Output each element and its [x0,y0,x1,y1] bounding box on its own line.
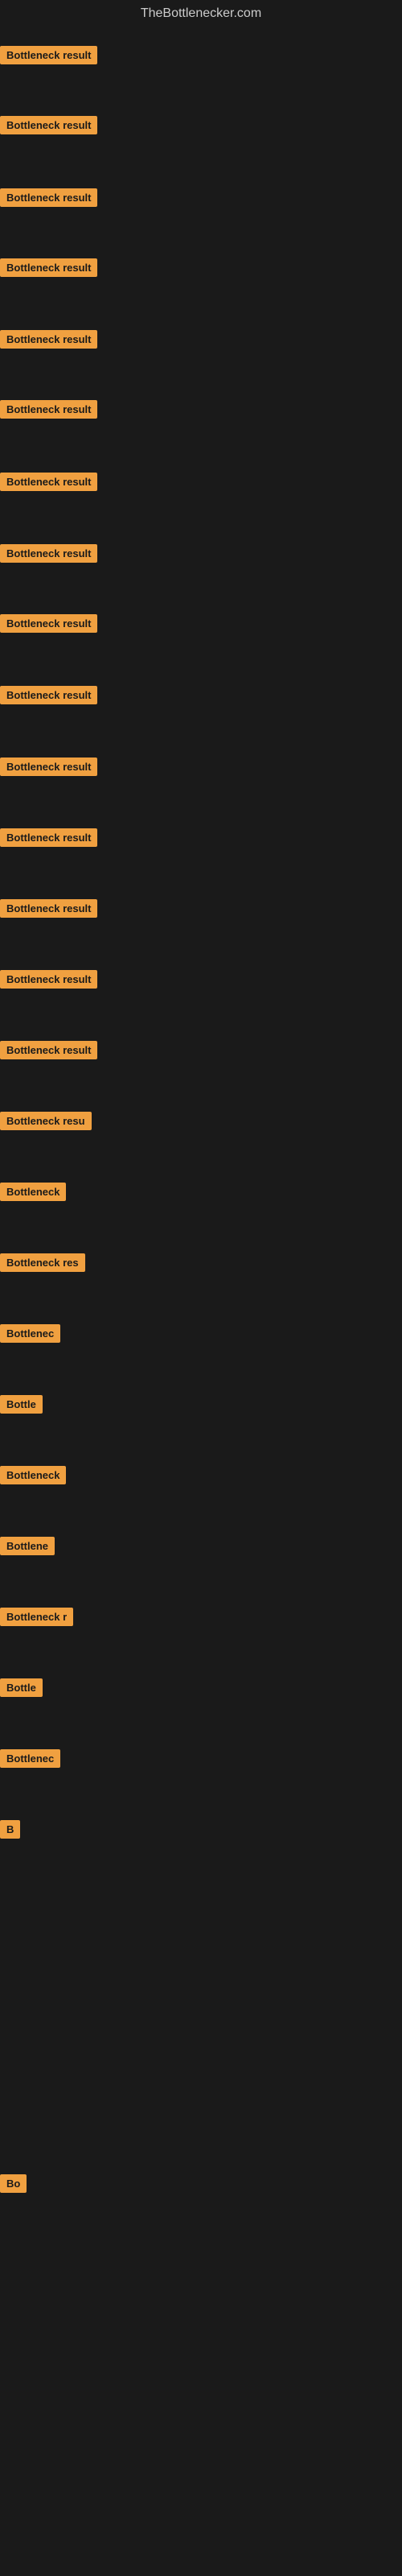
bottleneck-badge: Bottlene [0,1537,55,1555]
bottleneck-badge: Bottle [0,1395,43,1414]
bottleneck-badge: Bottleneck result [0,46,97,64]
bottleneck-item[interactable]: Bottleneck res [0,1253,85,1276]
bottleneck-badge: Bottle [0,1678,43,1697]
bottleneck-item[interactable]: Bottleneck result [0,758,97,780]
bottleneck-badge: Bottlenec [0,1324,60,1343]
bottleneck-item[interactable]: Bottleneck result [0,828,97,851]
bottleneck-item[interactable]: Bottlene [0,1537,55,1559]
bottleneck-item[interactable]: Bottleneck result [0,400,97,423]
bottleneck-badge: B [0,1820,20,1839]
bottleneck-badge: Bottleneck result [0,473,97,491]
bottleneck-item[interactable]: Bottlenec [0,1749,60,1772]
bottleneck-badge: Bottleneck result [0,258,97,277]
bottleneck-item[interactable]: Bottle [0,1395,43,1418]
bottleneck-badge: Bottleneck result [0,686,97,704]
bottleneck-item[interactable]: Bottleneck result [0,116,97,138]
bottleneck-badge: Bottleneck result [0,544,97,563]
bottleneck-badge: Bottleneck result [0,330,97,349]
bottleneck-item[interactable]: Bottleneck [0,1183,66,1205]
bottleneck-badge: Bottleneck result [0,1041,97,1059]
bottleneck-badge: Bottleneck result [0,116,97,134]
bottleneck-item[interactable]: Bottleneck result [0,258,97,281]
bottleneck-item[interactable]: Bottleneck result [0,899,97,922]
bottleneck-item[interactable]: Bottleneck result [0,330,97,353]
bottleneck-badge: Bottleneck result [0,828,97,847]
bottleneck-badge: Bottleneck [0,1466,66,1484]
bottleneck-badge: Bottleneck result [0,400,97,419]
bottleneck-item[interactable]: Bottleneck [0,1466,66,1488]
bottleneck-item[interactable]: Bottleneck result [0,544,97,567]
bottleneck-item[interactable]: Bo [0,2174,27,2197]
bottleneck-badge: Bottleneck r [0,1608,73,1626]
site-title-text: TheBottlenecker.com [141,6,261,20]
bottleneck-item[interactable]: Bottleneck resu [0,1112,92,1134]
bottleneck-badge: Bottleneck result [0,970,97,989]
bottleneck-badge: Bo [0,2174,27,2193]
bottleneck-item[interactable]: Bottleneck result [0,188,97,211]
bottleneck-item[interactable]: Bottlenec [0,1324,60,1347]
site-title: TheBottlenecker.com [0,0,402,24]
bottleneck-item[interactable]: Bottleneck r [0,1608,73,1630]
bottleneck-badge: Bottleneck result [0,899,97,918]
bottleneck-item[interactable]: Bottleneck result [0,970,97,993]
bottleneck-badge: Bottleneck [0,1183,66,1201]
bottleneck-badge: Bottleneck result [0,188,97,207]
bottleneck-item[interactable]: Bottleneck result [0,1041,97,1063]
bottleneck-item[interactable]: B [0,1820,20,1843]
bottleneck-badge: Bottleneck res [0,1253,85,1272]
bottleneck-badge: Bottleneck resu [0,1112,92,1130]
bottleneck-item[interactable]: Bottle [0,1678,43,1701]
bottleneck-item[interactable]: Bottleneck result [0,46,97,68]
bottleneck-badge: Bottlenec [0,1749,60,1768]
bottleneck-badge: Bottleneck result [0,758,97,776]
bottleneck-badge: Bottleneck result [0,614,97,633]
bottleneck-item[interactable]: Bottleneck result [0,686,97,708]
bottleneck-item[interactable]: Bottleneck result [0,473,97,495]
bottleneck-item[interactable]: Bottleneck result [0,614,97,637]
